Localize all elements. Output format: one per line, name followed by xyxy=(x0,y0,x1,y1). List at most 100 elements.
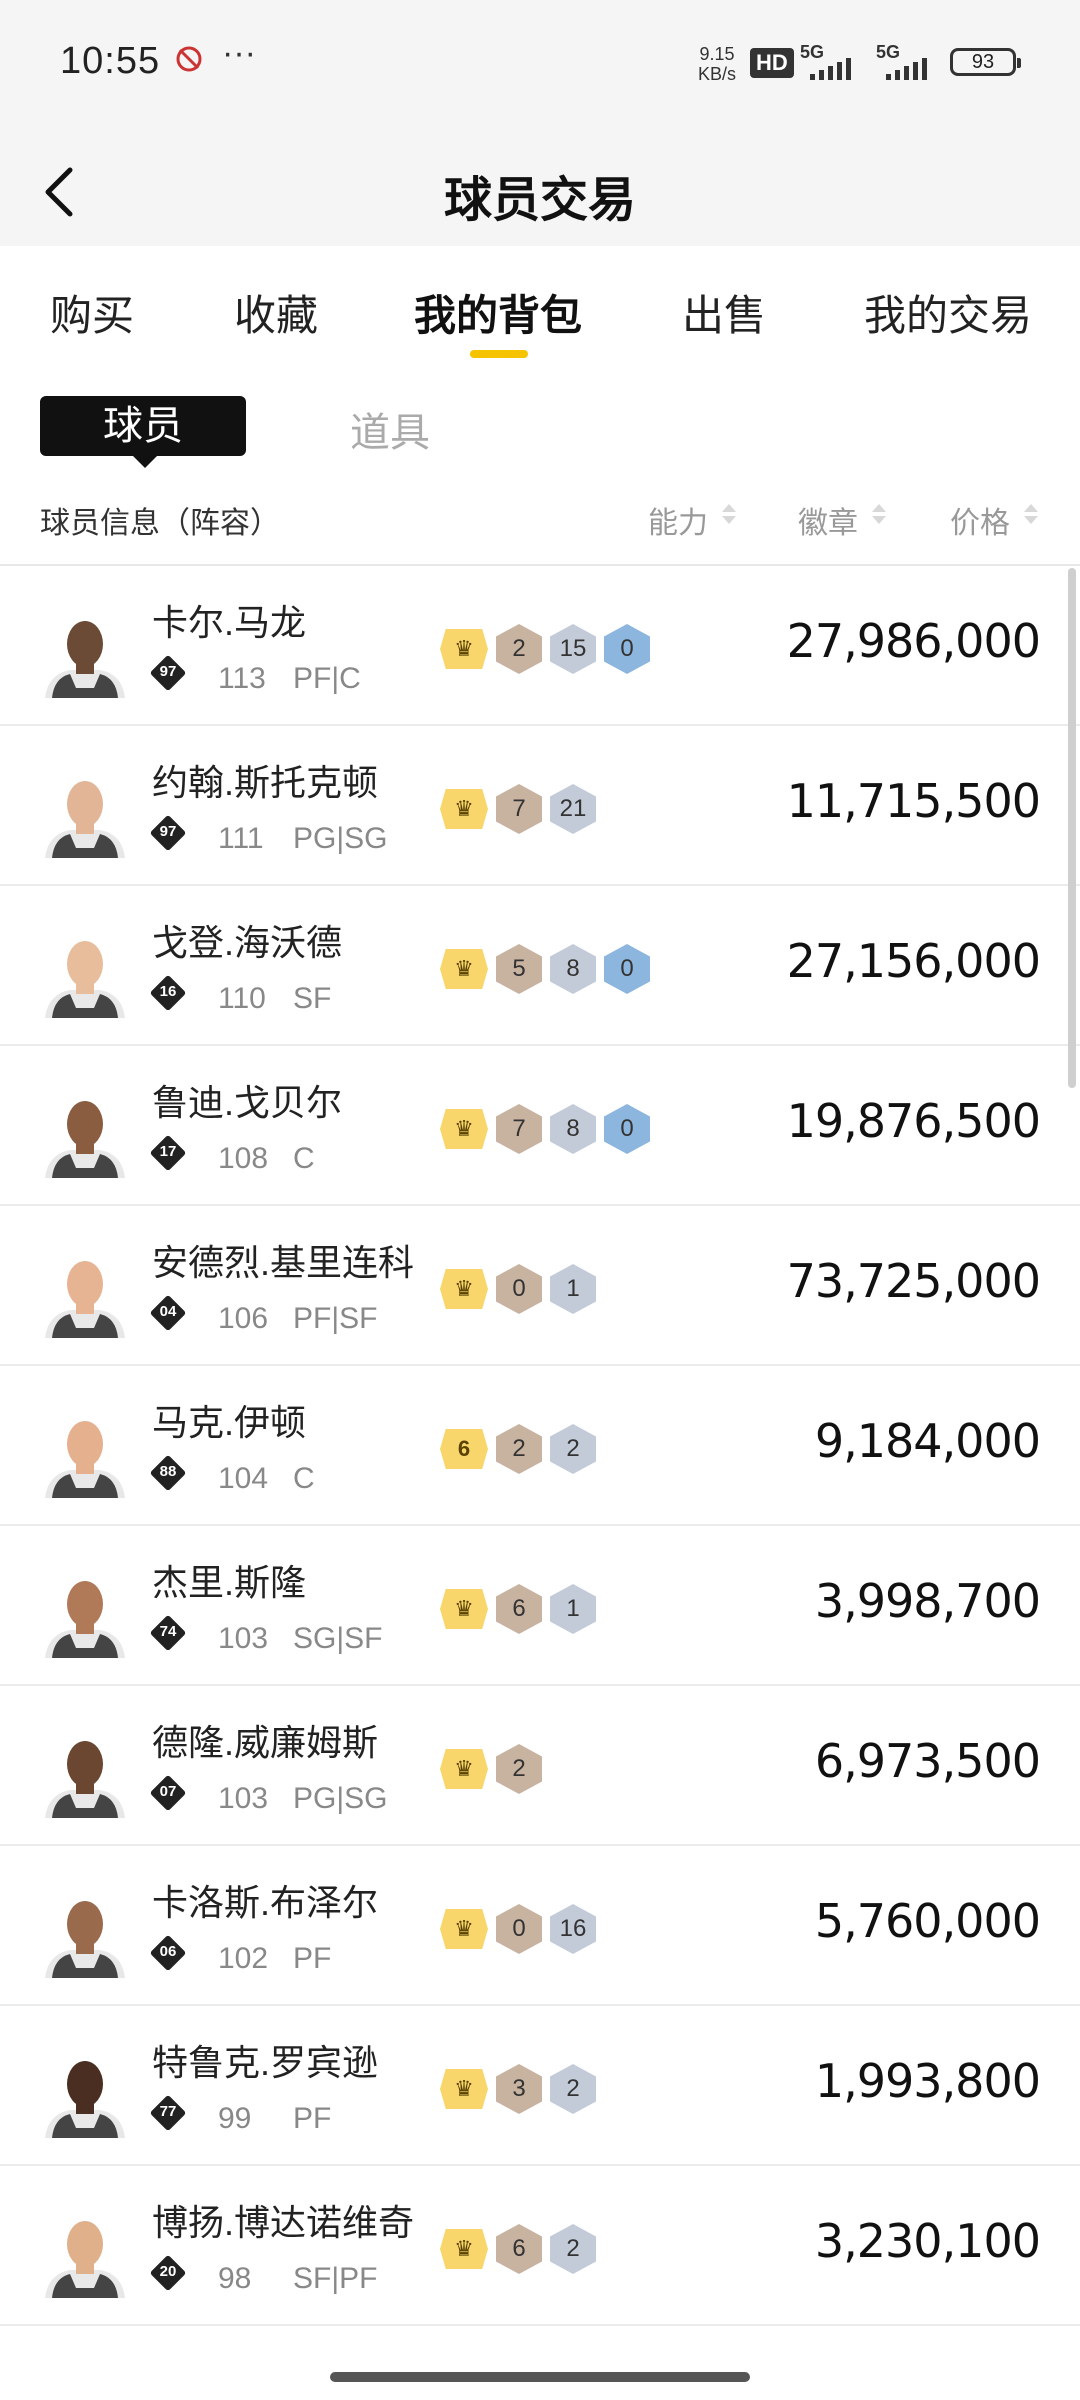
sort-ability-icon[interactable] xyxy=(722,502,736,528)
tab-my-backpack[interactable]: 我的背包 xyxy=(414,282,582,343)
crown-badge-icon: ♛ xyxy=(440,1589,488,1629)
table-row[interactable]: 卡尔.马龙 97 113 PF|C ♛ 2 15 0 27,986,000 xyxy=(0,566,1080,726)
table-row[interactable]: 博扬.博达诺维奇 20 98 SF|PF ♛ 6 2 3,230,100 xyxy=(0,2166,1080,2326)
crown-badge-icon: ♛ xyxy=(440,629,488,669)
badge-count: 6 xyxy=(512,1595,526,1622)
tab-favorites[interactable]: 收藏 xyxy=(234,282,318,343)
badge-hexagon: 5 xyxy=(496,944,542,994)
overall-diamond-icon: 88 xyxy=(149,1454,187,1492)
badge-count: 5 xyxy=(512,955,526,982)
player-name: 杰里.斯隆 xyxy=(152,1562,307,1603)
badge-hexagon: 15 xyxy=(550,624,596,674)
badge-hexagon: 1 xyxy=(550,1264,596,1314)
player-price: 5,760,000 xyxy=(814,1894,1041,1948)
tier-number: 6 xyxy=(457,1436,471,1461)
player-avatar xyxy=(40,1408,130,1498)
page-title: 球员交易 xyxy=(443,174,636,227)
badge-count: 6 xyxy=(512,2235,526,2262)
player-name: 博扬.博达诺维奇 xyxy=(152,2202,415,2243)
player-price: 11,715,500 xyxy=(786,774,1041,828)
player-avatar xyxy=(40,928,130,1018)
network-speed-unit: KB/s xyxy=(698,64,737,84)
badge-hexagon: 7 xyxy=(496,1104,542,1154)
overall-diamond-icon: 97 xyxy=(149,814,187,852)
column-price[interactable]: 价格 xyxy=(950,498,1010,542)
player-avatar xyxy=(40,2208,130,2298)
badge-group: ♛ 7 8 0 xyxy=(440,1104,650,1154)
badge-count: 0 xyxy=(512,1275,526,1302)
overall-number: 06 xyxy=(159,1943,177,1960)
player-position: SG|SF xyxy=(293,1622,383,1655)
column-badge[interactable]: 徽章 xyxy=(798,498,858,542)
badge-hexagon: 0 xyxy=(496,1904,542,1954)
player-avatar xyxy=(40,768,130,858)
subtab-players[interactable]: 球员 xyxy=(40,396,246,468)
badge-hexagon: 0 xyxy=(496,1264,542,1314)
badge-hexagon: 2 xyxy=(550,2064,596,2114)
tab-sell[interactable]: 出售 xyxy=(682,282,766,343)
table-row[interactable]: 戈登.海沃德 16 110 SF ♛ 5 8 0 27,156,000 xyxy=(0,886,1080,1046)
sort-badge-icon[interactable] xyxy=(872,502,886,528)
more-notifications-icon: ··· xyxy=(222,34,256,72)
table-row[interactable]: 鲁迪.戈贝尔 17 108 C ♛ 7 8 0 19,876,500 xyxy=(0,1046,1080,1206)
badge-count: 0 xyxy=(512,1915,526,1942)
badge-hexagon: 2 xyxy=(496,1424,542,1474)
badge-count: 8 xyxy=(566,955,580,982)
badge-group: 6 2 2 xyxy=(440,1424,596,1474)
badge-count: 2 xyxy=(512,1435,526,1462)
table-row[interactable]: 杰里.斯隆 74 103 SG|SF ♛ 6 1 3,998,700 xyxy=(0,1526,1080,1686)
player-ability: 111 xyxy=(218,822,264,855)
sort-price-icon[interactable] xyxy=(1024,502,1038,528)
badge-count: 2 xyxy=(566,1435,580,1462)
column-player-info: 球员信息（阵容） xyxy=(40,507,280,540)
table-row[interactable]: 特鲁克.罗宾逊 77 99 PF ♛ 3 2 1,993,800 xyxy=(0,2006,1080,2166)
table-row[interactable]: 马克.伊顿 88 104 C 6 2 2 9,184,000 xyxy=(0,1366,1080,1526)
table-row[interactable]: 安德烈.基里连科 04 106 PF|SF ♛ 0 1 73,725,000 xyxy=(0,1206,1080,1366)
player-name: 卡尔.马龙 xyxy=(152,602,307,643)
badge-hexagon: 2 xyxy=(550,2224,596,2274)
scrollbar[interactable] xyxy=(1068,568,1076,1088)
player-price: 3,998,700 xyxy=(814,1574,1041,1628)
overall-number: 04 xyxy=(159,1303,177,1320)
overall-diamond-icon: 77 xyxy=(149,2094,187,2132)
badge-count: 2 xyxy=(512,635,526,662)
badge-hexagon: 0 xyxy=(604,624,650,674)
player-ability: 99 xyxy=(218,2102,252,2135)
crown-badge-icon: ♛ xyxy=(440,1909,488,1949)
player-avatar xyxy=(40,2048,130,2138)
crown-badge-icon: ♛ xyxy=(440,1269,488,1309)
overall-diamond-icon: 04 xyxy=(149,1294,187,1332)
column-ability[interactable]: 能力 xyxy=(648,498,708,542)
overall-number: 88 xyxy=(159,1463,177,1480)
badge-count: 1 xyxy=(566,1595,580,1622)
player-ability: 106 xyxy=(218,1302,269,1335)
badge-count: 3 xyxy=(512,2075,526,2102)
network-speed: 9.15 KB/s xyxy=(698,44,736,84)
home-indicator[interactable] xyxy=(330,2372,750,2382)
overall-number: 77 xyxy=(159,2103,177,2120)
badge-hexagon: 16 xyxy=(550,1904,596,1954)
badge-hexagon: 0 xyxy=(604,1104,650,1154)
badge-count: 0 xyxy=(620,1115,634,1142)
player-ability: 110 xyxy=(218,982,266,1015)
network-speed-value: 9.15 xyxy=(699,44,735,64)
player-name: 马克.伊顿 xyxy=(152,1402,307,1443)
table-row[interactable]: 卡洛斯.布泽尔 06 102 PF ♛ 0 16 5,760,000 xyxy=(0,1846,1080,2006)
tab-buy[interactable]: 购买 xyxy=(50,282,134,343)
crown-badge-icon: 6 xyxy=(440,1429,488,1469)
crown-badge-icon: ♛ xyxy=(440,1749,488,1789)
tab-my-trades[interactable]: 我的交易 xyxy=(864,282,1032,343)
table-row[interactable]: 约翰.斯托克顿 97 111 PG|SG ♛ 7 21 11,715,500 xyxy=(0,726,1080,886)
player-avatar xyxy=(40,1728,130,1818)
subtab-items[interactable]: 道具 xyxy=(350,400,430,458)
player-ability: 98 xyxy=(218,2262,252,2295)
overall-diamond-icon: 74 xyxy=(149,1614,187,1652)
badge-count: 0 xyxy=(620,955,634,982)
badge-group: ♛ 6 1 xyxy=(440,1584,596,1634)
table-row[interactable]: 德隆.威廉姆斯 07 103 PG|SG ♛ 2 6,973,500 xyxy=(0,1686,1080,1846)
player-ability: 104 xyxy=(218,1462,269,1495)
crown-badge-icon: ♛ xyxy=(440,2069,488,2109)
player-avatar xyxy=(40,1568,130,1658)
status-time: 10:55 xyxy=(60,40,161,82)
player-price: 1,993,800 xyxy=(814,2054,1041,2108)
